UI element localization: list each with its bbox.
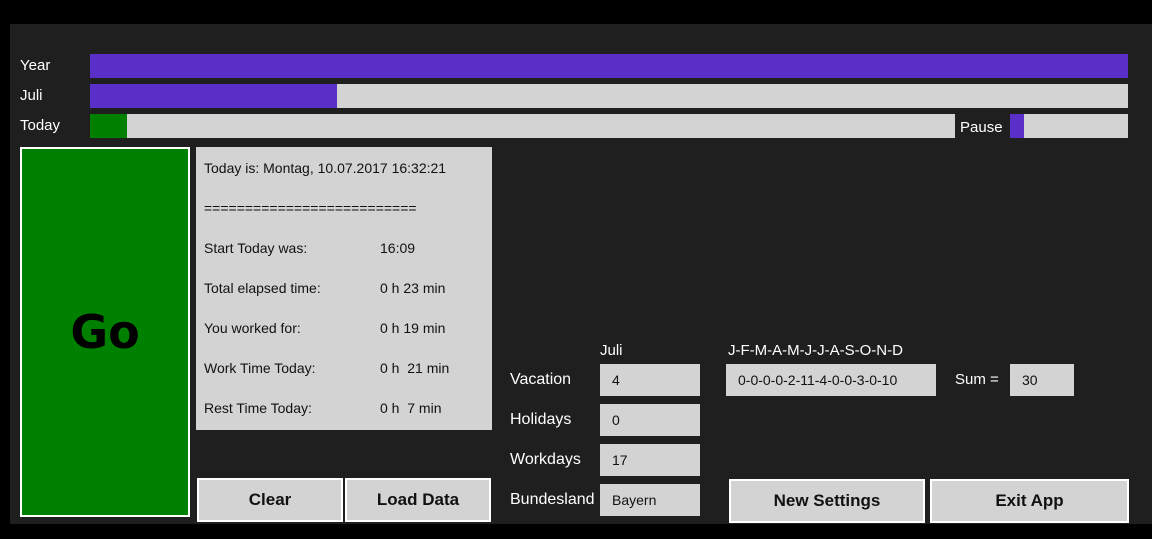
pause-progress-bar — [1010, 114, 1128, 138]
year-progress-fill — [90, 54, 1128, 78]
workdays-label: Workdays — [510, 451, 581, 468]
total-elapsed-label: Total elapsed time: — [204, 280, 321, 296]
work-time-today-label: Work Time Today: — [204, 360, 316, 376]
vacation-by-month-input[interactable]: 0-0-0-0-2-11-4-0-0-3-0-10 — [726, 364, 936, 396]
sum-label: Sum = — [955, 371, 999, 388]
today-label: Today — [20, 117, 61, 134]
rest-time-today-label: Rest Time Today: — [204, 400, 312, 416]
holidays-label: Holidays — [510, 411, 572, 428]
today-progress-bar — [90, 114, 955, 138]
today-progress-fill — [90, 114, 128, 138]
info-panel: Today is: Montag, 10.07.2017 16:32:21 ==… — [196, 147, 492, 430]
month-progress-fill — [90, 84, 338, 108]
year-progress-bar — [90, 54, 1128, 78]
pause-label: Pause — [960, 119, 1003, 136]
exit-app-button[interactable]: Exit App — [930, 479, 1129, 523]
sum-field: 30 — [1010, 364, 1074, 396]
today-is-text: Today is: Montag, 10.07.2017 16:32:21 — [204, 160, 447, 176]
year-label: Year — [20, 57, 51, 74]
go-button[interactable]: Go — [20, 147, 190, 517]
rest-time-today-value: 0 h 7 min — [380, 400, 442, 416]
bundesland-label: Bundesland — [510, 491, 595, 508]
vacation-input[interactable]: 4 — [600, 364, 700, 396]
months-header: J-F-M-A-M-J-J-A-S-O-N-D — [728, 342, 903, 359]
separator-text: ========================== — [204, 200, 417, 216]
work-time-today-value: 0 h 21 min — [380, 360, 450, 376]
worked-for-label: You worked for: — [204, 320, 301, 336]
new-settings-button[interactable]: New Settings — [729, 479, 925, 523]
worked-for-value: 0 h 19 min — [380, 320, 446, 336]
bundesland-input[interactable]: Bayern — [600, 484, 700, 516]
start-today-label: Start Today was: — [204, 240, 308, 256]
month-progress-bar — [90, 84, 1128, 108]
pause-progress-fill — [1010, 114, 1025, 138]
total-elapsed-value: 0 h 23 min — [380, 280, 446, 296]
holidays-input[interactable]: 0 — [600, 404, 700, 436]
vacation-label: Vacation — [510, 371, 572, 388]
load-data-button[interactable]: Load Data — [345, 478, 491, 522]
workdays-input[interactable]: 17 — [600, 444, 700, 476]
month-header: Juli — [600, 342, 623, 359]
start-today-value: 16:09 — [380, 240, 416, 256]
clear-button[interactable]: Clear — [197, 478, 343, 522]
month-label: Juli — [20, 87, 43, 104]
